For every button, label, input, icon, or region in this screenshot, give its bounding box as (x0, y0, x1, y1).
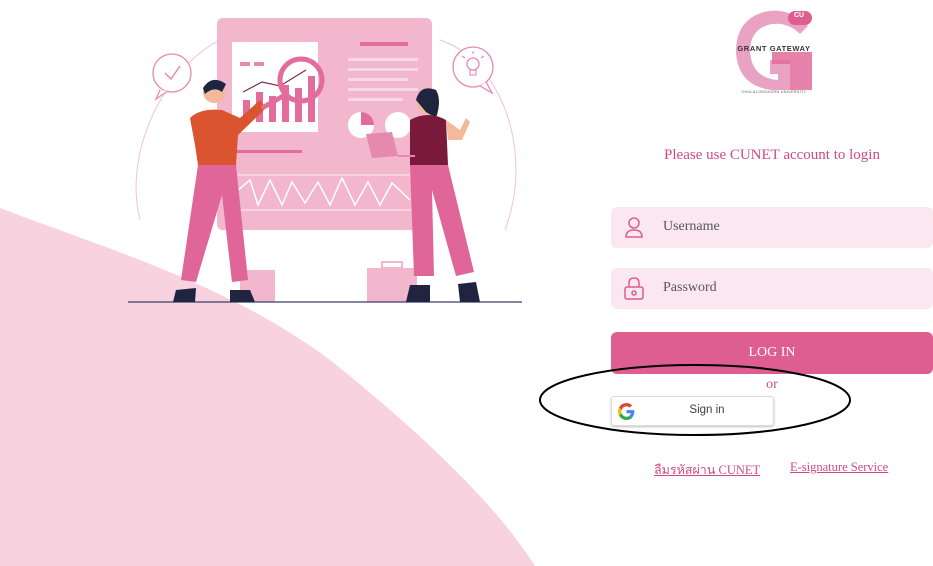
or-divider: or (766, 377, 778, 392)
logo-badge: CU (794, 12, 805, 19)
user-icon (625, 217, 643, 238)
lock-icon (624, 277, 644, 300)
grant-gateway-logo: CU GRANT GATEWAY CHULALONGKORN UNIVERSIT… (728, 6, 820, 98)
check-bubble-icon (152, 53, 192, 101)
esignature-service-link[interactable]: E-signature Service (790, 460, 888, 475)
hero-illustration (0, 18, 535, 566)
google-sign-in-label: Sign in (689, 404, 725, 416)
lightbulb-bubble-icon (452, 46, 494, 95)
password-placeholder: Password (663, 280, 717, 295)
logo-brand-text: GRANT GATEWAY (737, 44, 811, 53)
username-field[interactable]: Username (611, 207, 933, 248)
username-placeholder: Username (663, 219, 720, 234)
login-button[interactable]: LOG IN (611, 332, 933, 374)
forgot-password-link[interactable]: ลืมรหัสผ่าน CUNET (654, 460, 760, 480)
google-sign-in-button[interactable]: Sign in (611, 396, 774, 426)
login-instruction: Please use CUNET account to login (664, 147, 880, 163)
password-field[interactable]: Password (611, 268, 933, 309)
logo-university-text: CHULALONGKORN UNIVERSITY (741, 90, 807, 94)
